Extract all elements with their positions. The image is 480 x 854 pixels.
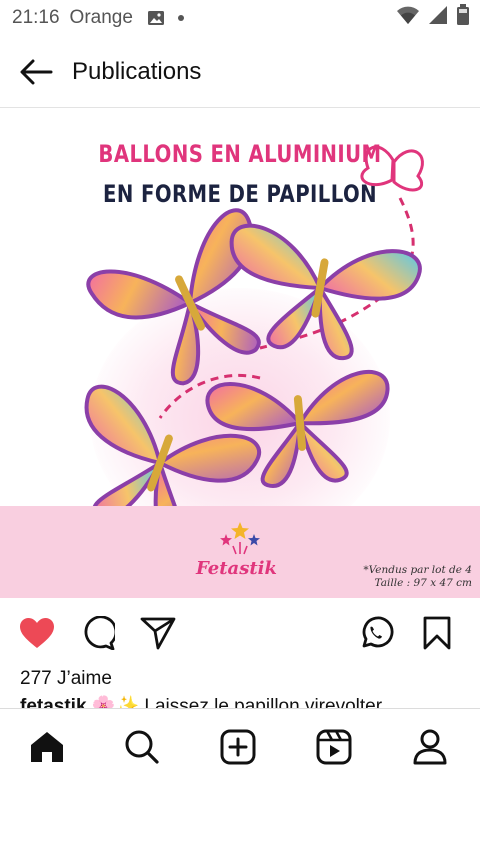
nav-search[interactable] (122, 727, 162, 767)
app-header: Publications (0, 36, 480, 108)
dot-icon (177, 14, 185, 22)
whatsapp-icon (362, 616, 394, 648)
arrow-left-icon (20, 59, 53, 84)
whatsapp-share-button[interactable] (357, 614, 395, 652)
image-icon (147, 9, 165, 27)
outline-butterfly-icon (360, 145, 424, 192)
profile-icon (413, 729, 447, 765)
nav-profile[interactable] (410, 727, 450, 767)
post-actions (0, 598, 480, 668)
likes-count[interactable]: 277 J’aime (20, 668, 112, 690)
signal-icon (428, 5, 448, 31)
like-button[interactable] (18, 614, 56, 652)
status-carrier: Orange (69, 7, 133, 28)
add-icon (220, 729, 256, 765)
status-bar: 21:16 Orange (0, 0, 480, 36)
status-time: 21:16 (12, 7, 60, 28)
nav-create[interactable] (218, 727, 258, 767)
brand-name: Fetastik (196, 558, 277, 579)
page-title: Publications (72, 57, 202, 85)
comment-icon (84, 616, 115, 650)
send-icon (140, 617, 176, 650)
wifi-icon (396, 5, 420, 31)
heart-filled-icon (20, 618, 54, 648)
save-button[interactable] (418, 614, 456, 652)
post-caption[interactable]: fetastik 🌸✨ Laissez le papillon virevolt… (20, 694, 460, 708)
note-line-2: Taille : 97 x 47 cm (374, 577, 472, 589)
nav-home[interactable] (27, 727, 67, 767)
search-icon (125, 730, 159, 764)
post-image[interactable]: BALLONS EN ALUMINIUM EN FORME DE PAPILLO… (0, 118, 480, 598)
reels-icon (316, 729, 352, 765)
caption-username[interactable]: fetastik (20, 696, 87, 708)
note-line-1: *Vendus par lot de 4 (363, 564, 472, 576)
product-note: *Vendus par lot de 4 Taille : 97 x 47 cm (363, 564, 472, 590)
share-button[interactable] (139, 614, 177, 652)
caption-text: 🌸✨ Laissez le papillon virevolter (86, 696, 383, 708)
comment-button[interactable] (79, 614, 117, 652)
bottom-navigation (0, 708, 480, 784)
back-button[interactable] (0, 36, 72, 108)
bookmark-icon (423, 616, 451, 650)
nav-reels[interactable] (314, 727, 354, 767)
home-icon (31, 732, 63, 762)
battery-icon (456, 4, 470, 32)
